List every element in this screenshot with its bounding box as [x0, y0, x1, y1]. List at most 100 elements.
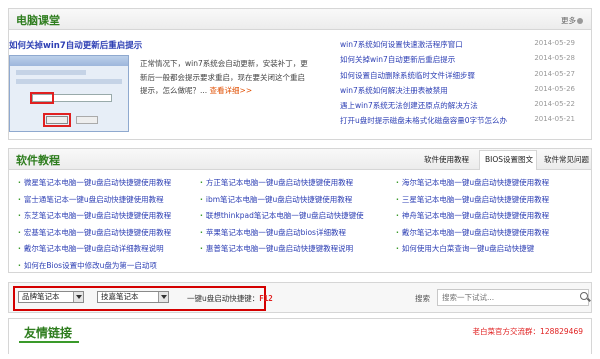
- tutorial-link-text[interactable]: 富士通笔记本一键u盘启动快捷键使用教程: [24, 195, 164, 204]
- bullet-icon: ·: [18, 227, 21, 237]
- news-title[interactable]: 如何关掉win7自动更新后重启提示: [340, 54, 455, 65]
- tutorial-link-text[interactable]: 微星笔记本电脑一键u盘启动快捷键使用教程: [24, 178, 171, 187]
- tutorial-link-text[interactable]: 联想thinkpad笔记本电脑一键u盘启动快捷键使: [206, 211, 364, 220]
- brand-select-value: 品牌笔记本: [22, 292, 60, 301]
- tutorial-link-text[interactable]: 宏基笔记本电脑一键u盘启动快捷键使用教程: [24, 228, 171, 237]
- chevron-down-icon[interactable]: [73, 292, 83, 302]
- news-date: 2014-05-22: [534, 100, 575, 109]
- search-icon[interactable]: [580, 292, 588, 300]
- more-link[interactable]: 更多: [561, 15, 583, 26]
- feature-description: 正常情况下，win7系统会自动更新，安装补丁，更新后一般都会提示要求重启，现在要…: [140, 57, 310, 98]
- news-item[interactable]: win7系统如何设置快速激活程序窗口 2014-05-29: [340, 37, 585, 52]
- tutorial-link[interactable]: · 富士通笔记本一键u盘启动快捷键使用教程: [18, 194, 164, 205]
- bullet-icon: ·: [200, 211, 203, 220]
- tutorial-link-text[interactable]: ibm笔记本电脑一键u盘启动快捷键使用教程: [206, 195, 352, 204]
- news-item[interactable]: 如何设置自动删除系统临时文件详细步骤 2014-05-27: [340, 68, 585, 83]
- bullet-icon: ·: [396, 178, 399, 187]
- tutorial-link[interactable]: · 神舟笔记本电脑一键u盘启动快捷键使用教程: [396, 210, 549, 221]
- panel-header: 电脑课堂 更多: [9, 9, 591, 30]
- tutorial-link-text[interactable]: 方正笔记本电脑一键u盘启动快捷键使用教程: [206, 178, 353, 187]
- bullet-icon: ·: [396, 211, 399, 220]
- tutorial-link[interactable]: · 如何在Bios设置中修改u盘为第一启动项: [18, 260, 157, 271]
- news-item[interactable]: 如何关掉win7自动更新后重启提示 2014-05-28: [340, 52, 585, 67]
- tutorial-link[interactable]: · 海尔笔记本电脑一键u盘启动快捷键使用教程: [396, 177, 549, 188]
- news-title[interactable]: win7系统如何解决注册表被禁用: [340, 85, 448, 96]
- bullet-icon: ·: [396, 194, 399, 204]
- news-date: 2014-05-21: [534, 115, 575, 124]
- tutorial-link-text[interactable]: 戴尔笔记本电脑一键u盘启动快捷键使用教程: [402, 228, 549, 237]
- feature-thumbnail[interactable]: [9, 55, 129, 132]
- tutorial-link[interactable]: · 微星笔记本电脑一键u盘启动快捷键使用教程: [18, 177, 171, 188]
- news-item[interactable]: 遇上win7系统无法创建还原点的解决方法 2014-05-22: [340, 98, 585, 113]
- panel-title: 电脑课堂: [16, 14, 60, 27]
- news-item[interactable]: win7系统如何解决注册表被禁用 2014-05-26: [340, 83, 585, 98]
- friend-links-title: 友情链接: [24, 326, 73, 340]
- qq-group-info: 老白菜官方交流群：128829469: [473, 326, 583, 337]
- news-date: 2014-05-28: [534, 54, 575, 63]
- model-select-value: 技嘉笔记本: [101, 292, 139, 301]
- news-title[interactable]: 打开u盘时提示磁盘未格式化磁盘容量0字节怎么办: [340, 115, 507, 126]
- boot-key-value: F12: [259, 294, 273, 303]
- tutorial-link[interactable]: · 戴尔笔记本电脑一键u盘启动详细教程说明: [18, 243, 164, 254]
- tutorial-link[interactable]: · 联想thinkpad笔记本电脑一键u盘启动快捷键使: [200, 210, 364, 221]
- view-detail-link[interactable]: 查看详细>>: [210, 86, 253, 95]
- bullet-icon: ·: [200, 227, 203, 237]
- news-date: 2014-05-26: [534, 84, 575, 93]
- tutorial-link-text[interactable]: 如何使用大白菜查询一键u盘启动快捷键: [402, 244, 534, 253]
- news-list: win7系统如何设置快速激活程序窗口 2014-05-29 如何关掉win7自动更…: [340, 37, 585, 129]
- tab-bios-settings[interactable]: BIOS设置图文: [485, 154, 533, 165]
- bullet-icon: ·: [18, 260, 21, 270]
- tutorial-link-text[interactable]: 如何在Bios设置中修改u盘为第一启动项: [24, 261, 157, 270]
- title-underline: [19, 341, 79, 343]
- tutorial-link-text[interactable]: 海尔笔记本电脑一键u盘启动快捷键使用教程: [402, 178, 549, 187]
- tutorial-link[interactable]: · 戴尔笔记本电脑一键u盘启动快捷键使用教程: [396, 227, 549, 238]
- arrow-icon: [577, 18, 583, 24]
- news-title[interactable]: 遇上win7系统无法创建还原点的解决方法: [340, 100, 478, 111]
- news-date: 2014-05-27: [534, 69, 575, 78]
- panel-header: 软件教程 软件使用教程 BIOS设置图文 软件常见问题: [9, 149, 591, 170]
- boot-key-result: 一键u盘启动快捷键：F12: [187, 293, 273, 304]
- thumbnail-cancel-button: [76, 116, 98, 124]
- more-label[interactable]: 更多: [561, 16, 576, 25]
- tutorial-link[interactable]: · ibm笔记本电脑一键u盘启动快捷键使用教程: [200, 194, 352, 205]
- news-title[interactable]: win7系统如何设置快速激活程序窗口: [340, 39, 463, 50]
- thumbnail-highlight: [43, 113, 71, 127]
- chevron-down-icon[interactable]: [158, 292, 168, 302]
- tutorial-link[interactable]: · 三星笔记本电脑一键u盘启动快捷键使用教程: [396, 194, 549, 205]
- bullet-icon: ·: [396, 227, 399, 237]
- feature-article-title[interactable]: 如何关掉win7自动更新后重启提示: [9, 39, 142, 51]
- bullet-icon: ·: [18, 211, 21, 220]
- boot-key-label: 一键u盘启动快捷键：: [187, 294, 260, 303]
- model-select[interactable]: 技嘉笔记本: [97, 291, 169, 303]
- friend-links-panel: 友情链接 老白菜官方交流群：128829469: [8, 318, 592, 354]
- bullet-icon: ·: [396, 244, 399, 253]
- news-date: 2014-05-29: [534, 39, 575, 47]
- news-title[interactable]: 如何设置自动删除系统临时文件详细步骤: [340, 70, 475, 81]
- bullet-icon: ·: [18, 178, 21, 187]
- tutorial-link-text[interactable]: 神舟笔记本电脑一键u盘启动快捷键使用教程: [402, 211, 549, 220]
- news-item[interactable]: 打开u盘时提示磁盘未格式化磁盘容量0字节怎么办 2014-05-21: [340, 113, 585, 128]
- tutorial-link-text[interactable]: 三星笔记本电脑一键u盘启动快捷键使用教程: [402, 195, 549, 204]
- bullet-icon: ·: [200, 194, 203, 204]
- tab-software-usage[interactable]: 软件使用教程: [424, 154, 469, 165]
- tab-software-faq[interactable]: 软件常见问题: [544, 154, 589, 165]
- tutorial-link[interactable]: · 惠普笔记本电脑一键u盘启动快捷键教程说明: [200, 243, 353, 254]
- tutorial-link-text[interactable]: 东芝笔记本电脑一键u盘启动快捷键使用教程: [24, 211, 171, 220]
- tutorial-link-text[interactable]: 苹果笔记本电脑一键u盘启动bios详细教程: [206, 228, 346, 237]
- tutorial-link[interactable]: · 如何使用大白菜查询一键u盘启动快捷键: [396, 243, 534, 254]
- bullet-icon: ·: [200, 244, 203, 253]
- qq-group-label: 老白菜官方交流群：: [472, 327, 541, 336]
- thumbnail-highlight: [30, 92, 54, 104]
- panel-title: 软件教程: [16, 154, 60, 167]
- tutorial-link[interactable]: · 宏基笔记本电脑一键u盘启动快捷键使用教程: [18, 227, 171, 238]
- search-input[interactable]: [437, 289, 589, 306]
- tutorial-link[interactable]: · 苹果笔记本电脑一键u盘启动bios详细教程: [200, 227, 346, 238]
- qq-group-number[interactable]: 128829469: [540, 327, 583, 336]
- tutorial-link-text[interactable]: 惠普笔记本电脑一键u盘启动快捷键教程说明: [206, 244, 353, 253]
- brand-select[interactable]: 品牌笔记本: [18, 291, 84, 303]
- tutorial-link[interactable]: · 东芝笔记本电脑一键u盘启动快捷键使用教程: [18, 210, 171, 221]
- tutorial-link-text[interactable]: 戴尔笔记本电脑一键u盘启动详细教程说明: [24, 244, 164, 253]
- bullet-icon: ·: [18, 194, 21, 204]
- boot-key-search-bar: 品牌笔记本 技嘉笔记本 一键u盘启动快捷键：F12 搜索: [8, 282, 592, 313]
- tutorial-link[interactable]: · 方正笔记本电脑一键u盘启动快捷键使用教程: [200, 177, 353, 188]
